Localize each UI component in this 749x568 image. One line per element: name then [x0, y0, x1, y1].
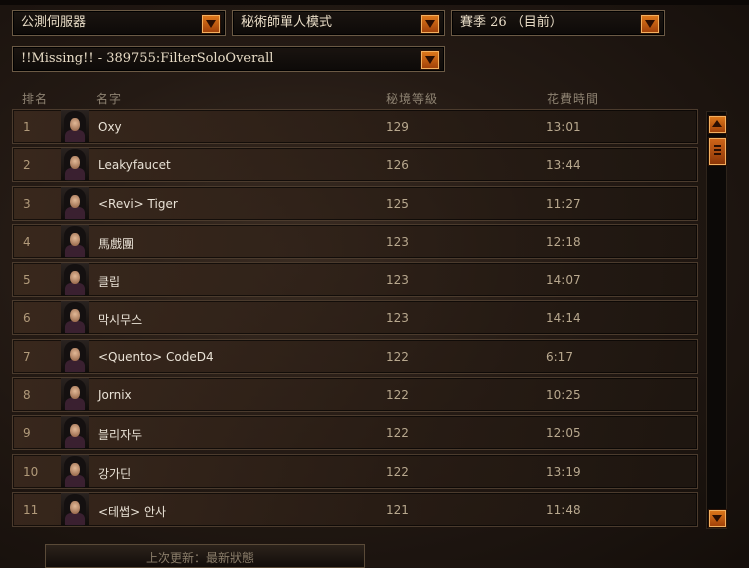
- time-cell: 13:19: [546, 464, 581, 479]
- server-dropdown-value: 公測伺服器: [21, 15, 87, 30]
- chevron-down-icon[interactable]: [201, 14, 221, 34]
- hero-portrait-icon: [61, 186, 89, 220]
- server-dropdown[interactable]: 公測伺服器: [12, 10, 226, 36]
- rank-cell: 2: [23, 158, 31, 173]
- player-name: 블리자두: [98, 428, 143, 443]
- player-name: <Quento> CodeD4: [98, 349, 214, 364]
- table-row[interactable]: 3 <Revi> Tiger 125 11:27: [12, 185, 698, 221]
- rank-cell: 7: [23, 349, 31, 364]
- season-dropdown-value: 賽季 26 （目前）: [460, 15, 563, 30]
- rank-cell: 8: [23, 388, 31, 403]
- last-updated-bar: 上次更新：最新狀態: [45, 544, 365, 568]
- time-cell: 11:48: [546, 502, 581, 517]
- rift-level-cell: 123: [386, 311, 409, 326]
- chevron-down-icon[interactable]: [640, 14, 660, 34]
- hero-portrait-icon: [61, 148, 89, 182]
- chevron-down-icon[interactable]: [420, 50, 440, 70]
- rift-level-cell: 125: [386, 196, 409, 211]
- rift-level-cell: 129: [386, 120, 409, 134]
- time-cell: 14:07: [546, 273, 581, 288]
- column-header-name: 名字: [96, 92, 123, 106]
- rift-level-cell: 122: [386, 349, 409, 364]
- rank-cell: 11: [23, 502, 39, 517]
- table-row[interactable]: 4 馬戲團 123 12:18: [12, 223, 698, 259]
- table-row[interactable]: 9 블리자두 122 12:05: [12, 415, 698, 451]
- chevron-down-icon[interactable]: [420, 14, 440, 34]
- table-row[interactable]: 1 Oxy 129 13:01: [12, 109, 698, 144]
- last-updated-text: 上次更新：最新狀態: [146, 551, 255, 565]
- hero-portrait-icon: [61, 224, 89, 258]
- hero-portrait-icon: [61, 416, 89, 450]
- player-name: Oxy: [98, 120, 122, 134]
- rank-cell: 1: [23, 120, 31, 134]
- table-row[interactable]: 7 <Quento> CodeD4 122 6:17: [12, 338, 698, 374]
- top-frame-edge: [0, 0, 749, 5]
- season-dropdown[interactable]: 賽季 26 （目前）: [451, 10, 665, 36]
- table-row[interactable]: 10 강가딘 122 13:19: [12, 453, 698, 489]
- hero-portrait-icon: [61, 454, 89, 488]
- hero-portrait-icon: [61, 301, 89, 335]
- time-cell: 12:18: [546, 234, 581, 249]
- player-name: Jornix: [98, 388, 132, 403]
- scrollbar[interactable]: [706, 111, 727, 529]
- player-name: 클립: [98, 275, 121, 290]
- table-row[interactable]: 8 Jornix 122 10:25: [12, 377, 698, 413]
- time-cell: 10:25: [546, 388, 581, 403]
- rank-cell: 5: [23, 273, 31, 288]
- table-row[interactable]: 6 막시무스 123 14:14: [12, 300, 698, 336]
- rank-cell: 3: [23, 196, 31, 211]
- player-name: <Revi> Tiger: [98, 196, 178, 211]
- hero-portrait-icon: [61, 492, 89, 526]
- rank-cell: 4: [23, 234, 31, 249]
- class-mode-dropdown[interactable]: 秘術師單人模式: [232, 10, 445, 36]
- player-name: 馬戲團: [98, 236, 135, 251]
- rift-level-cell: 122: [386, 388, 409, 403]
- rift-level-cell: 126: [386, 158, 409, 173]
- column-header-rift-level: 秘境等級: [386, 92, 439, 106]
- table-row[interactable]: 5 클립 123 14:07: [12, 262, 698, 298]
- time-cell: 13:44: [546, 158, 581, 173]
- player-name: Leakyfaucet: [98, 158, 171, 173]
- rank-cell: 10: [23, 464, 39, 479]
- rift-level-cell: 123: [386, 234, 409, 249]
- rank-cell: 9: [23, 426, 31, 441]
- time-cell: 11:27: [546, 196, 581, 211]
- player-name: 막시무스: [98, 313, 143, 328]
- time-cell: 14:14: [546, 311, 581, 326]
- hero-portrait-icon: [61, 378, 89, 412]
- scroll-up-icon[interactable]: [708, 115, 727, 134]
- column-header-time: 花費時間: [547, 92, 600, 106]
- column-header-rank: 排名: [22, 92, 49, 106]
- rift-level-cell: 122: [386, 426, 409, 441]
- rift-level-cell: 123: [386, 273, 409, 288]
- scroll-thumb[interactable]: [708, 137, 727, 166]
- leaderboard-filter-dropdown[interactable]: !!Missing!! - 389755:FilterSoloOverall: [12, 46, 445, 72]
- table-row[interactable]: 11 <테썹> 안사 121 11:48: [12, 491, 698, 527]
- hero-portrait-icon: [61, 263, 89, 297]
- time-cell: 12:05: [546, 426, 581, 441]
- rift-level-cell: 121: [386, 502, 409, 517]
- table-row[interactable]: 2 Leakyfaucet 126 13:44: [12, 147, 698, 183]
- scroll-down-icon[interactable]: [708, 509, 727, 528]
- time-cell: 13:01: [546, 120, 581, 134]
- hero-portrait-icon: [61, 339, 89, 373]
- class-mode-dropdown-value: 秘術師單人模式: [241, 15, 333, 30]
- hero-portrait-icon: [61, 110, 89, 143]
- rank-cell: 6: [23, 311, 31, 326]
- player-name: <테썹> 안사: [98, 504, 167, 519]
- rift-level-cell: 122: [386, 464, 409, 479]
- time-cell: 6:17: [546, 349, 573, 364]
- player-name: 강가딘: [98, 466, 132, 481]
- leaderboard-list: 1 Oxy 129 13:01 2 Leakyfaucet 126 13:44 …: [12, 109, 698, 530]
- leaderboard-filter-value: !!Missing!! - 389755:FilterSoloOverall: [21, 51, 274, 66]
